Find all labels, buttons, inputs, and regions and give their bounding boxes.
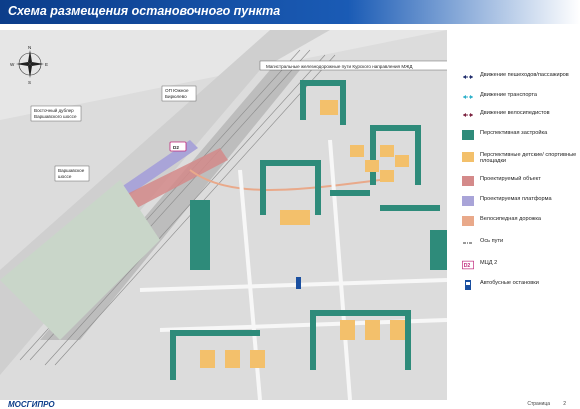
legend-item-transport: Движение транспорта: [452, 92, 580, 104]
legend-item-pedestrian: Движение пешеходов/пассажиров: [452, 72, 580, 84]
planned-buildings-swatch: [462, 130, 474, 140]
playground-swatch: [462, 152, 474, 162]
legend-item-track-axis: Ось пути: [452, 238, 580, 250]
legend-label: Перспективная застройка: [480, 130, 548, 136]
page-number: 2: [563, 401, 566, 407]
bus-stop-icon: [296, 277, 301, 289]
designed-object-swatch: [462, 176, 474, 186]
page-title: Схема размещения остановочного пункта: [8, 4, 281, 18]
legend-item-designed-object: Проектируемый объект: [452, 176, 580, 188]
legend-label: Проектируемая платформа: [480, 196, 552, 202]
compass-north: N: [28, 45, 31, 50]
legend-label: Велосипедная дорожка: [480, 216, 542, 222]
highway-label-1: Варшавское: [58, 168, 85, 173]
transport-arrow-icon: [463, 95, 473, 99]
legend-label: Ось пути: [480, 238, 504, 244]
legend-item-playgrounds: Перспективные детские/ спортивные площад…: [452, 152, 580, 164]
station-label-2: Бирюлево: [165, 94, 187, 99]
east-backup-label-2: Варшавского шоссе: [34, 114, 77, 119]
legend-item-platform: Проектируемая платформа: [452, 196, 580, 208]
legend-label: Перспективные детские/ спортивные площад…: [480, 152, 577, 165]
legend-label: Движение велосипедистов: [480, 110, 550, 116]
highway-label-2: шоссе: [58, 174, 72, 179]
mcd-badge-text: D2: [173, 145, 179, 150]
compass-east: E: [45, 62, 48, 67]
site-plan-map[interactable]: N S E W Магистральные железнодорожные пу…: [0, 30, 447, 400]
mcd-badge-icon: D2: [462, 260, 474, 270]
legend-label: Автобусные остановки: [480, 280, 539, 286]
bicycle-arrow-icon: [463, 113, 473, 117]
legend-label: Движение транспорта: [480, 92, 538, 98]
map-canvas: N S E W Магистральные железнодорожные пу…: [0, 30, 447, 400]
compass-south: S: [28, 80, 31, 85]
legend-item-bus-stop: Автобусные остановки: [452, 280, 580, 292]
legend-item-planned-buildings: Перспективная застройка: [452, 130, 580, 142]
header-bar: Схема размещения остановочного пункта: [0, 0, 580, 24]
east-backup-label-1: Восточный дублер: [34, 107, 74, 113]
company-logo: МОСГИПРО: [8, 400, 55, 409]
railway-label: Магистральные железнодорожные пути Курск…: [266, 64, 413, 69]
mcd-badge-label: D2: [464, 263, 471, 269]
page-label: Страница: [527, 401, 550, 407]
legend-item-mcd: D2 МЦД 2: [452, 260, 580, 272]
station-label-1: ОП Южное: [165, 88, 189, 93]
legend-item-bike-path: Велосипедная дорожка: [452, 216, 580, 228]
compass-west: W: [10, 62, 15, 67]
bike-path-swatch: [462, 216, 474, 226]
platform-swatch: [462, 196, 474, 206]
legend-label: Проектируемый объект: [480, 176, 541, 182]
footer-bar: [0, 400, 580, 409]
pedestrian-arrow-icon: [463, 75, 473, 79]
legend-label: МЦД 2: [480, 260, 498, 266]
track-axis-icon: [463, 242, 473, 244]
legend-item-bicycle: Движение велосипедистов: [452, 110, 580, 122]
bus-stop-icon: [465, 280, 471, 290]
legend-label: Движение пешеходов/пассажиров: [480, 72, 569, 78]
